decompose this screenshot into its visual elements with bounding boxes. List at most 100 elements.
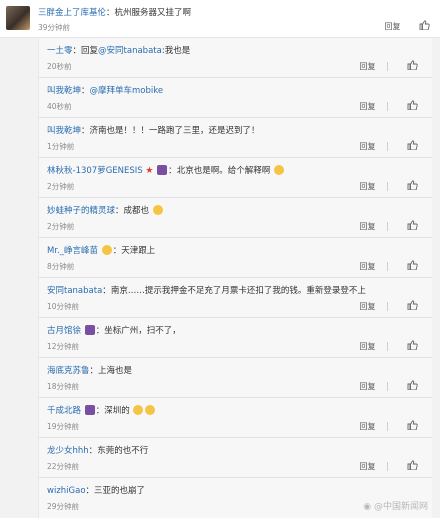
thumbs-up-icon[interactable]	[419, 20, 430, 32]
reply-button[interactable]: 回复	[359, 461, 375, 472]
reply-actions: 回复	[343, 300, 418, 312]
reply-text: 三亚的也崩了	[94, 486, 146, 496]
replies-panel: 一土零：回复@安同tanabata:我也是 20秒前 回复 叫我乾坤：@摩拜单车…	[38, 38, 432, 518]
reply-item: 海底克苏鲁：上海也是 18分钟前 回复	[39, 358, 432, 398]
reply-item: 古月馆徐 ：坐标广州，扫不了， 12分钟前 回复	[39, 318, 432, 358]
colon-separator: ：	[115, 206, 124, 216]
colon-separator: ：	[95, 406, 105, 416]
divider	[387, 461, 389, 471]
reply-actions: 回复	[343, 460, 418, 472]
reply-actions: 回复	[343, 260, 418, 272]
divider	[387, 181, 389, 191]
colon-separator: ：	[72, 46, 82, 56]
emoji-icon	[84, 325, 95, 335]
reply-item: 千成北路 ：深圳的 19分钟前 回复	[39, 398, 432, 438]
reply-actions: 回复	[343, 220, 418, 232]
reply-text: 上海也是	[98, 366, 133, 376]
reply-line: 安同tanabata：南京……提示我押金不足充了月票卡还扣了我的钱。重新登录登不…	[47, 284, 407, 296]
reply-button[interactable]: 回复	[359, 221, 375, 232]
reply-line: 龙少女hhh：东莞的也不行	[47, 444, 407, 456]
reply-item: 叫我乾坤：济南也是！！！一路跑了三里，还是迟到了！ 1分钟前 回复	[39, 118, 432, 158]
username-link[interactable]: 林秋秋-1307萝GENESIS	[47, 166, 143, 176]
watermark-text: @中国新闻网	[373, 502, 428, 512]
thumbs-up-icon[interactable]	[407, 300, 418, 312]
username-link[interactable]: 安同tanabata	[47, 286, 102, 296]
thumbs-up-icon[interactable]	[407, 460, 418, 472]
timestamp: 1分钟前	[47, 142, 75, 151]
username-link[interactable]: wizhiGao	[47, 486, 86, 496]
thumbs-up-icon[interactable]	[407, 220, 418, 232]
thumbs-up-icon[interactable]	[407, 100, 418, 112]
reply-button[interactable]: 回复	[359, 341, 375, 352]
divider	[387, 141, 389, 151]
reply-actions: 回复	[343, 180, 418, 192]
username-link[interactable]: 龙少女hhh	[47, 446, 89, 456]
thumbs-up-icon[interactable]	[407, 180, 418, 192]
laughing-tears-emoji-icon	[145, 405, 156, 415]
reply-prefix: 回复	[81, 46, 99, 56]
weibo-logo-icon: ◉	[363, 502, 372, 512]
reply-button[interactable]: 回复	[359, 421, 375, 432]
reply-button[interactable]: 回复	[384, 21, 400, 32]
comment-actions: 回复	[368, 20, 430, 32]
colon-separator: ：	[106, 8, 115, 18]
laughing-tears-emoji-icon	[273, 165, 284, 175]
timestamp: 2分钟前	[47, 182, 75, 191]
reply-line: 古月馆徐 ：坐标广州，扫不了，	[47, 324, 407, 336]
timestamp: 2分钟前	[47, 222, 75, 231]
reply-actions: 回复	[343, 340, 418, 352]
emoji-icon	[157, 165, 168, 175]
username-link[interactable]: 妙蛙种子的精灵球	[47, 206, 115, 216]
timestamp: 22分钟前	[47, 462, 80, 471]
colon-separator: ：	[81, 126, 90, 136]
username-link[interactable]: 古月馆徐	[47, 326, 81, 336]
reply-line: 妙蛙种子的精灵球：成都也	[47, 204, 407, 216]
divider	[387, 261, 389, 271]
reply-text: 天津跟上	[121, 246, 156, 256]
thumbs-up-icon[interactable]	[407, 420, 418, 432]
reply-button[interactable]: 回复	[359, 301, 375, 312]
thumbs-up-icon[interactable]	[407, 340, 418, 352]
colon-separator: ：	[89, 366, 99, 376]
reply-text: 东莞的也不行	[97, 446, 149, 456]
reply-button[interactable]: 回复	[359, 381, 375, 392]
timestamp: 39分钟前	[38, 23, 71, 32]
username-link[interactable]: 三胖金上了库基伦	[38, 8, 106, 18]
username-link[interactable]: 一土零	[47, 46, 73, 56]
emoji-icon	[84, 405, 95, 415]
reply-item: 一土零：回复@安同tanabata:我也是 20秒前 回复	[39, 38, 432, 78]
reply-button[interactable]: 回复	[359, 181, 375, 192]
divider	[387, 61, 389, 71]
avatar[interactable]	[6, 6, 30, 30]
reply-button[interactable]: 回复	[359, 261, 375, 272]
username-link[interactable]: Mr._峥言峰苗	[47, 246, 98, 256]
reply-button[interactable]: 回复	[359, 141, 375, 152]
reply-button[interactable]: 回复	[359, 101, 375, 112]
watermark: ◉ @中国新闻网	[363, 499, 428, 512]
laughing-tears-emoji-icon	[152, 205, 163, 215]
thumbs-up-icon[interactable]	[407, 380, 418, 392]
thumbs-up-icon[interactable]	[407, 260, 418, 272]
reply-button[interactable]: 回复	[359, 61, 375, 72]
timestamp: 8分钟前	[47, 262, 75, 271]
reply-line: 海底克苏鲁：上海也是	[47, 364, 407, 376]
divider	[387, 301, 389, 311]
divider	[387, 421, 389, 431]
username-link[interactable]: 叫我乾坤	[47, 86, 81, 96]
reply-item: 妙蛙种子的精灵球：成都也 2分钟前 回复	[39, 198, 432, 238]
smiling-emoji-icon	[101, 245, 112, 255]
divider	[387, 221, 389, 231]
username-link[interactable]: 千成北路	[47, 406, 81, 416]
reply-item: 龙少女hhh：东莞的也不行 22分钟前 回复	[39, 438, 432, 478]
mention-link[interactable]: @安同tanabata	[98, 46, 162, 56]
thumbs-up-icon[interactable]	[407, 60, 418, 72]
reply-line: 叫我乾坤：济南也是！！！一路跑了三里，还是迟到了！	[47, 124, 407, 136]
reply-item: Mr._峥言峰苗 ：天津跟上 8分钟前 回复	[39, 238, 432, 278]
username-link[interactable]: 叫我乾坤	[47, 126, 81, 136]
colon-separator: ：	[88, 446, 98, 456]
timestamp: 29分钟前	[47, 502, 80, 511]
mention-link[interactable]: @摩拜单车mobike	[90, 86, 164, 96]
username-link[interactable]: 海底克苏鲁	[47, 366, 90, 376]
thumbs-up-icon[interactable]	[407, 140, 418, 152]
top-comment: 三胖金上了库基伦：杭州服务器又挂了啊 39分钟前 回复	[0, 0, 440, 38]
